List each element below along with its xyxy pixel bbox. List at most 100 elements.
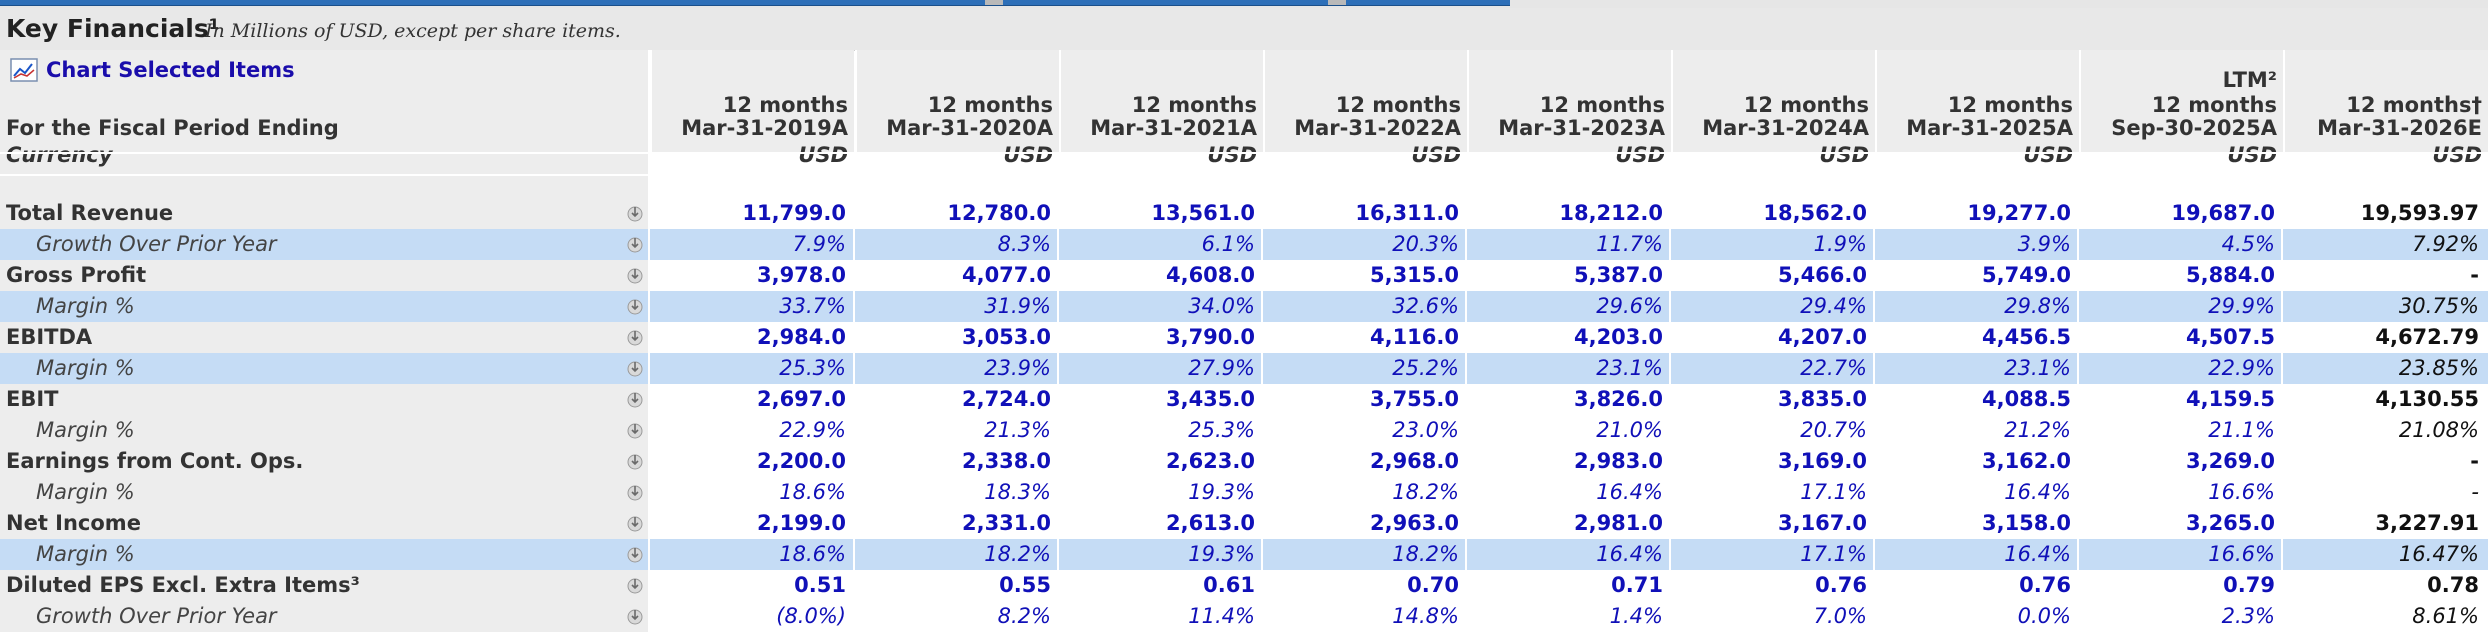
period-column-header: 12 months Mar-31-2025A USD — [1875, 50, 2079, 167]
section-title-bar: Key Financials¹ In Millions of USD, exce… — [0, 8, 2488, 51]
row-values: 25.3% 23.9% 27.9% 25.2% 23.1% 22.7% 23.1% 22.9%… — [650, 353, 2488, 384]
column-gridline — [1669, 152, 1671, 630]
value-cell: 2,331.0 — [961, 511, 1051, 535]
value-cell: 11.4% — [1188, 604, 1255, 628]
row-values: 22.9% 21.3% 25.3% 23.0% 21.0% 20.7% 21.2% 21.1%… — [650, 415, 2488, 446]
period-column-header: 12 months Mar-31-2020A USD — [855, 50, 1059, 167]
value-cell: 0.70 — [1407, 573, 1459, 597]
value-cell: - — [2470, 263, 2479, 287]
value-cell: 3,269.0 — [2185, 449, 2275, 473]
value-cell: 2,338.0 — [961, 449, 1051, 473]
value-cell: 5,749.0 — [1981, 263, 2071, 287]
chart-add-icon[interactable] — [626, 483, 644, 501]
value-cell: 22.9% — [2208, 356, 2275, 380]
row-label-cell: Earnings from Cont. Ops. — [0, 446, 648, 477]
value-cell: 3,265.0 — [2185, 511, 2275, 535]
table-row: Net Income 2,199.0 2,331.0 2,613.0 2,963.0 2,… — [0, 508, 2488, 539]
value-cell: 3,053.0 — [961, 325, 1051, 349]
scrollbar-thumb[interactable] — [1328, 0, 1346, 5]
currency-value: USD — [798, 143, 848, 167]
currency-value: USD — [1615, 143, 1665, 167]
table-row: Earnings from Cont. Ops. 2,200.0 2,338.0 2,… — [0, 446, 2488, 477]
value-cell: 19,277.0 — [1967, 201, 2071, 225]
column-gridline — [2281, 152, 2283, 630]
period-column-header: 12 months Mar-31-2021A USD — [1059, 50, 1263, 167]
value-cell: 21.08% — [2398, 418, 2479, 442]
chart-add-icon[interactable] — [626, 514, 644, 532]
table-row: Margin % 25.3% 23.9% 27.9% 25.2% 23.1% 22.7% 23… — [0, 353, 2488, 384]
row-label: Margin % — [36, 294, 135, 318]
chart-add-icon[interactable] — [626, 421, 644, 439]
value-cell: 29.9% — [2208, 294, 2275, 318]
chart-add-icon[interactable] — [626, 359, 644, 377]
value-cell: 3,167.0 — [1777, 511, 1867, 535]
value-cell: 2,199.0 — [756, 511, 846, 535]
period-header-l2: 12 months — [2151, 93, 2277, 117]
value-cell: 5,315.0 — [1369, 263, 1459, 287]
chart-add-icon[interactable] — [626, 452, 644, 470]
chart-add-icon[interactable] — [626, 390, 644, 408]
row-label: Diluted EPS Excl. Extra Items³ — [6, 573, 360, 597]
value-cell: 14.8% — [1392, 604, 1459, 628]
table-row: EBIT 2,697.0 2,724.0 3,435.0 3,755.0 3,826.0 3… — [0, 384, 2488, 415]
period-column-header: 12 months Mar-31-2023A USD — [1467, 50, 1671, 167]
value-cell: 3,162.0 — [1981, 449, 2071, 473]
horizontal-scrollbar[interactable] — [0, 0, 1510, 6]
chart-add-icon[interactable] — [626, 204, 644, 222]
chart-add-icon[interactable] — [626, 297, 644, 315]
value-cell: (8.0%) — [776, 604, 846, 628]
period-header-l2: 12 months — [722, 93, 848, 117]
chart-icon — [10, 58, 38, 82]
value-cell: 4,207.0 — [1777, 325, 1867, 349]
row-values: 2,984.0 3,053.0 3,790.0 4,116.0 4,203.0 4,207… — [650, 322, 2488, 353]
row-label-cell: EBITDA — [0, 322, 648, 353]
chart-add-icon[interactable] — [626, 545, 644, 563]
value-cell: 20.3% — [1392, 232, 1459, 256]
value-cell: 23.1% — [2004, 356, 2071, 380]
scrollbar-thumb[interactable] — [985, 0, 1003, 5]
currency-value: USD — [2023, 143, 2073, 167]
row-values: 7.9% 8.3% 6.1% 20.3% 11.7% 1.9% 3.9% 4.5% 7.92% — [650, 229, 2488, 260]
value-cell: 22.9% — [779, 418, 846, 442]
header-separator — [0, 174, 2488, 176]
row-values: 3,978.0 4,077.0 4,608.0 5,315.0 5,387.0 5,466… — [650, 260, 2488, 291]
value-cell: 2,983.0 — [1573, 449, 1663, 473]
period-column-header: 12 months Mar-31-2022A USD — [1263, 50, 1467, 167]
value-cell: 4.5% — [2221, 232, 2275, 256]
value-cell: 4,088.5 — [1981, 387, 2071, 411]
period-header-l3: Mar-31-2025A — [1906, 116, 2073, 140]
value-cell: 19.3% — [1188, 542, 1255, 566]
row-label-cell: Net Income — [0, 508, 648, 539]
row-label-cell: EBIT — [0, 384, 648, 415]
chart-add-icon[interactable] — [626, 576, 644, 594]
value-cell: 3,755.0 — [1369, 387, 1459, 411]
row-values: 33.7% 31.9% 34.0% 32.6% 29.6% 29.4% 29.8% 29.9%… — [650, 291, 2488, 322]
value-cell: 16.47% — [2398, 542, 2479, 566]
chart-selected-items-link[interactable]: Chart Selected Items — [10, 58, 295, 82]
value-cell: 0.61 — [1203, 573, 1255, 597]
row-values: 0.51 0.55 0.61 0.70 0.71 0.76 0.76 0.79 0.78 — [650, 570, 2488, 601]
chart-add-icon[interactable] — [626, 328, 644, 346]
period-header-l3: Mar-31-2024A — [1702, 116, 1869, 140]
value-cell: 18,562.0 — [1763, 201, 1867, 225]
chart-add-icon[interactable] — [626, 235, 644, 253]
value-cell: 2,984.0 — [756, 325, 846, 349]
value-cell: 13,561.0 — [1151, 201, 1255, 225]
value-cell: 25.3% — [779, 356, 846, 380]
chart-add-icon[interactable] — [626, 266, 644, 284]
value-cell: 19.3% — [1188, 480, 1255, 504]
column-gridline — [2077, 152, 2079, 630]
value-cell: 17.1% — [1800, 480, 1867, 504]
row-values: 2,200.0 2,338.0 2,623.0 2,968.0 2,983.0 3,169… — [650, 446, 2488, 477]
value-cell: 18.2% — [1392, 480, 1459, 504]
period-header-l3: Mar-31-2021A — [1090, 116, 1257, 140]
value-cell: 0.71 — [1611, 573, 1663, 597]
value-cell: 0.51 — [794, 573, 846, 597]
chart-add-icon[interactable] — [626, 607, 644, 625]
value-cell: 16.4% — [1596, 480, 1663, 504]
period-column-header: 12 months† Mar-31-2026E USD — [2283, 50, 2488, 167]
value-cell: 2,697.0 — [756, 387, 846, 411]
row-label: Growth Over Prior Year — [36, 232, 277, 256]
value-cell: 2,968.0 — [1369, 449, 1459, 473]
period-header-l3: Mar-31-2019A — [681, 116, 848, 140]
